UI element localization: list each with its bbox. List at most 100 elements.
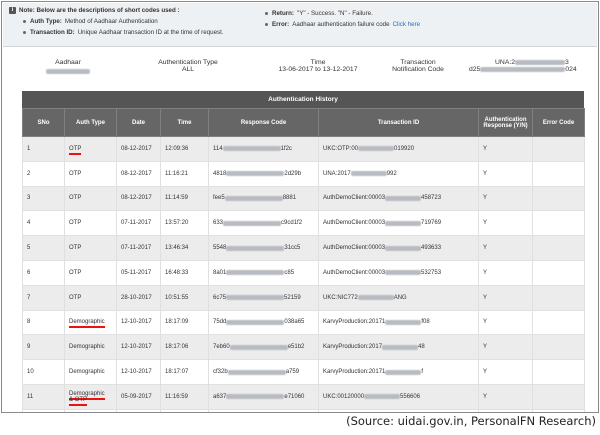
cell-error-code [532,284,585,311]
masked-value [226,270,285,276]
cell-auth-response: Y [478,383,533,410]
cell-transaction-id: AuthDemoClient:00003 493633 [318,235,479,261]
cell-auth-type: OTP [64,259,117,286]
col-header-auth-type: Auth Type [64,108,117,137]
cell-date: 12-10-2017 [116,359,161,385]
cell-time: 18:17:09 [160,309,209,336]
masked-value [222,146,281,152]
cell-error-code [532,383,585,410]
cell-time: 13:46:34 [160,235,209,261]
cell-transaction-id: KarvyProduction:2017 48 [318,334,479,361]
cell-sno: 8 [22,309,65,336]
note-transaction-id: Transaction ID: Unique Aadhaar transactio… [9,29,224,36]
cell-date: 28-10-2017 [116,284,161,311]
cell-response-code: 114 1f2c [208,136,319,162]
cell-error-code [532,309,585,336]
cell-auth-response: Y [478,359,533,385]
cell-time: 11:16:21 [160,160,209,187]
cell-sno: 4 [22,210,65,237]
cell-date: 12-10-2017 [116,309,161,336]
screenshot-frame: i Note: Below are the descriptions of sho… [1,1,599,413]
note-return: Return: "Y" - Success. "N" - Failure. [265,10,420,17]
table-row: 12Demographic05-09-201711:14:2421a25b3cc… [22,408,585,412]
table-row: 3 OTP 08-12-2017 11:14:59 fee5 8881 AuthDemoCl… [22,185,585,212]
cell-response-code: 75dd 038a65 [208,309,319,336]
bullet-icon [23,20,26,24]
info-icon: i [9,7,16,14]
cell-time: 11:14:24 [160,408,209,412]
masked-value [229,344,288,350]
masked-value [358,146,395,152]
masked-value [226,319,285,325]
col-header-transaction-id: Transaction ID [318,108,479,137]
cell-auth-type: Demographic [64,359,117,385]
cell-sno: 5 [22,235,65,261]
table-row: 8 Demographic 12-10-2017 18:17:09 75dd 038a65… [22,309,585,336]
cell-response-code: 633 c9cd1f2 [208,210,319,237]
cell-date: 05-09-2017 [116,408,161,412]
masked-value [226,171,285,177]
cell-error-code [532,136,585,162]
col-header-response-code: Response Code [208,108,319,137]
cell-response-code: cf32b a759 [208,359,319,385]
masked-value [364,394,401,400]
auth-type-text: Demographic [69,344,105,351]
cell-time: 11:14:59 [160,185,209,212]
masked-value [385,220,422,226]
cell-transaction-id: KarvyProduction:20171 f08 [318,309,479,336]
cell-auth-type: OTP [64,235,117,261]
cell-auth-response: Y [478,185,533,212]
cell-sno: 11 [22,383,65,410]
cell-transaction-id: UKC:NIC772 ANG [318,284,479,311]
cell-auth-response: Y [478,408,533,412]
cell-auth-type: OTP [64,185,117,212]
cell-error-code [532,210,585,237]
cell-transaction-id: UKC:00120000 556606 [318,383,479,410]
source-caption: (Source: uidai.gov.in, PersonalFN Resear… [346,414,596,428]
cell-date: 05-09-2017 [116,383,161,410]
masked-value [385,319,422,325]
cell-auth-response: Y [478,210,533,237]
cell-time: 10:51:55 [160,284,209,311]
authentication-history-table: Authentication History SNo Auth Type Dat… [22,91,585,412]
cell-date: 08-12-2017 [116,136,161,162]
cell-date: 12-10-2017 [116,334,161,361]
cell-date: 07-11-2017 [116,210,161,237]
cell-auth-type: Demographic [64,408,117,412]
masked-value [385,245,422,251]
masked-value [357,295,394,301]
cell-auth-type: OTP [64,160,117,187]
auth-type-line2: & OTP [69,396,88,406]
short-codes-note: i Note: Below are the descriptions of sho… [3,3,597,47]
note-left-column: i Note: Below are the descriptions of sho… [9,7,224,36]
col-header-date: Date [116,108,161,137]
auth-type-text: OTP [69,195,82,202]
cell-time: 13:57:20 [160,210,209,237]
cell-auth-type: OTP [64,284,117,311]
cell-transaction-id: AuthDemoClient:00003 532753 [318,259,479,286]
masked-value [223,220,282,226]
col-header-time: Time [160,108,209,137]
cell-sno: 12 [22,408,65,412]
cell-sno: 10 [22,359,65,385]
cell-sno: 2 [22,160,65,187]
cell-transaction-id: 0012000000:2017 [318,408,479,412]
table-row: 5 OTP 07-11-2017 13:46:34 5548 31cc5 AuthDemoC… [22,235,585,261]
bullet-icon [265,12,268,15]
cell-date: 05-11-2017 [116,259,161,286]
note-auth-type: Auth Type: Method of Aadhaar Authenticati… [9,18,224,25]
masked-value [224,195,283,201]
cell-response-code: 4818 2d29b [208,160,319,187]
bullet-icon [23,31,26,35]
masked-value [226,394,285,400]
table-header-row: SNo Auth Type Date Time Response Code Tr… [22,108,585,137]
cell-auth-type: Demographic [64,309,117,336]
click-here-link[interactable]: Click here [393,21,421,28]
cell-auth-type: Demographic & OTP [64,383,117,410]
col-header-error-code: Error Code [532,108,585,137]
cell-sno: 7 [22,284,65,311]
cell-transaction-id: UKC:OTP:00 019920 [318,136,479,162]
cell-transaction-id: AuthDemoClient:00003 458723 [318,185,479,212]
auth-type-text: OTP [69,145,82,155]
cell-time: 16:48:33 [160,259,209,286]
